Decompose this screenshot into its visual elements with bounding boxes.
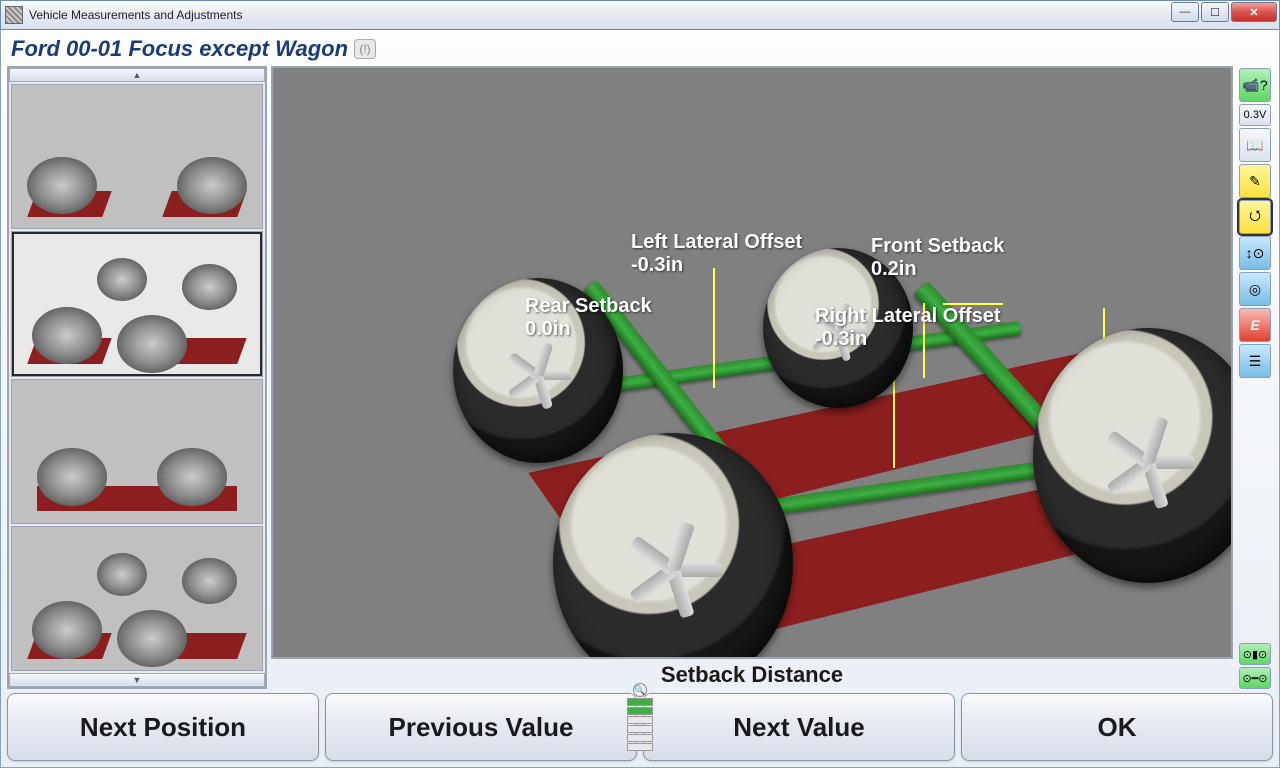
meas-value: -0.3in [631, 254, 802, 277]
right-toolbar: 📹? 0.3V 📖 ✎ ⭯ ↕⊙ ◎ E ☰ ⊙▮⊙ ⊙━⊙ [1237, 66, 1273, 689]
vehicle-name: Ford 00-01 Focus except Wagon [11, 36, 348, 62]
meas-name: Front Setback [871, 235, 1004, 257]
marker-line [713, 268, 715, 388]
thumbnail-front-view[interactable] [11, 84, 263, 229]
tool-ride-height-icon[interactable]: ↕⊙ [1239, 236, 1271, 270]
thumbnail-side-view[interactable] [11, 379, 263, 524]
diagram-column: Left Lateral Offset -0.3in Front Setback… [271, 66, 1233, 689]
magnifier-icon[interactable]: 🔍 [633, 683, 647, 697]
meas-name: Rear Setback [525, 295, 652, 317]
next-value-button[interactable]: Next Value [643, 693, 955, 761]
thumbnail-iso-view[interactable] [11, 231, 263, 376]
tool-steering-reset-icon[interactable]: ⭯ [1239, 200, 1271, 234]
meas-name: Right Lateral Offset [815, 305, 1001, 327]
window-titlebar: Vehicle Measurements and Adjustments — ☐… [0, 0, 1280, 30]
vehicle-bar: Ford 00-01 Focus except Wagon (!) [7, 34, 1273, 66]
manual-icon[interactable]: 📖 [1239, 128, 1271, 162]
label-left-lateral-offset: Left Lateral Offset -0.3in [631, 231, 802, 277]
thumb-scroll-up[interactable]: ▲ [9, 68, 265, 82]
main-row: ▲ [7, 66, 1273, 689]
label-rear-setback: Rear Setback 0.0in [525, 295, 652, 341]
previous-value-button[interactable]: Previous Value [325, 693, 637, 761]
tool-target-icon[interactable]: ◎ [1239, 272, 1271, 306]
window-title: Vehicle Measurements and Adjustments [29, 8, 242, 22]
thumbnail-panel: ▲ [7, 66, 267, 689]
thumb-scroll-down[interactable]: ▼ [9, 673, 265, 687]
help-button[interactable]: 📹? [1239, 68, 1271, 102]
minimize-button[interactable]: — [1171, 2, 1199, 22]
meas-value: 0.0in [525, 318, 652, 341]
app-icon [5, 6, 23, 24]
center-grip[interactable]: 🔍 [626, 683, 654, 751]
status-bar: Setback Distance [271, 659, 1233, 689]
marker-line [893, 368, 895, 468]
express-align-icon[interactable]: E [1239, 308, 1271, 342]
thumbnail-list [9, 82, 265, 673]
indicator-rear-icon: ⊙━⊙ [1239, 667, 1271, 689]
tool-pen-icon[interactable]: ✎ [1239, 164, 1271, 198]
tool-print-icon[interactable]: ☰ [1239, 344, 1271, 378]
close-button[interactable]: ✕ [1231, 2, 1277, 22]
meas-value: 0.2in [871, 258, 1004, 281]
label-right-lateral-offset: Right Lateral Offset -0.3in [815, 305, 1001, 351]
bottom-button-row: Next Position Previous Value 🔍 Next Valu… [7, 693, 1273, 761]
label-front-setback: Front Setback 0.2in [871, 235, 1004, 281]
ok-button[interactable]: OK [961, 693, 1273, 761]
window-controls: — ☐ ✕ [1171, 2, 1277, 22]
meas-name: Left Lateral Offset [631, 231, 802, 253]
next-position-button[interactable]: Next Position [7, 693, 319, 761]
tpms-icon[interactable]: (!) [354, 39, 376, 59]
chassis-diagram[interactable]: Left Lateral Offset -0.3in Front Setback… [271, 66, 1233, 659]
meas-value: -0.3in [815, 328, 1001, 351]
thumbnail-iso-view-2[interactable] [11, 526, 263, 671]
indicator-front-icon: ⊙▮⊙ [1239, 643, 1271, 665]
window-body: Ford 00-01 Focus except Wagon (!) ▲ [0, 30, 1280, 768]
voltage-indicator: 0.3V [1239, 104, 1271, 126]
maximize-button[interactable]: ☐ [1201, 2, 1229, 22]
